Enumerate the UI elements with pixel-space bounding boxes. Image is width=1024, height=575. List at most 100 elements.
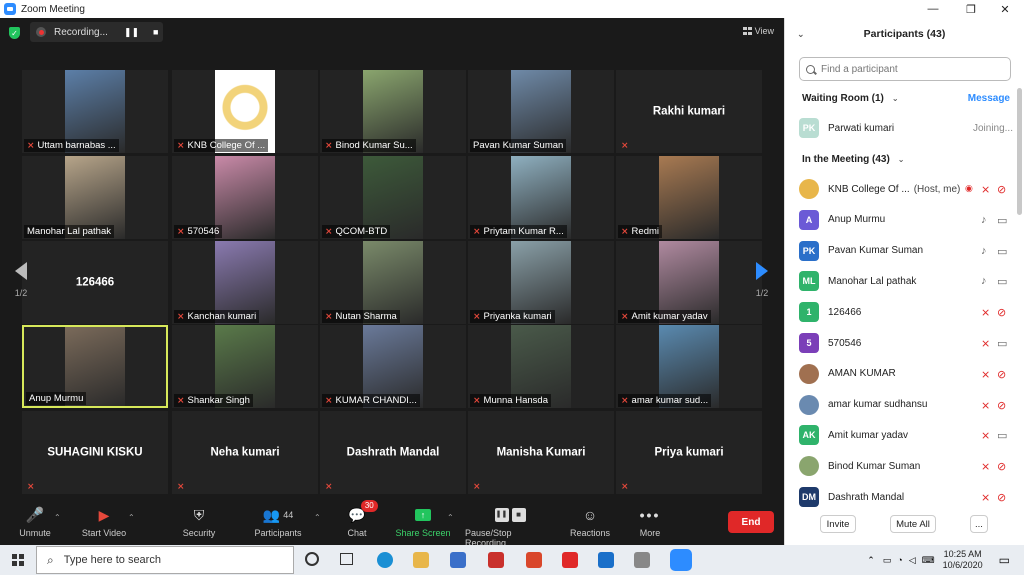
security-shield-icon[interactable]: ✓ [9,27,20,39]
view-button[interactable]: View [742,26,774,36]
chat-button[interactable]: 💬 30 Chat [322,500,392,538]
video-tile[interactable]: Pavan Kumar Suman [468,70,614,153]
share-options-chevron-icon[interactable]: ⌃ [447,513,454,522]
collapse-panel-chevron-icon[interactable]: ⌄ [797,29,805,40]
cortana-icon[interactable] [305,552,319,566]
share-screen-icon: ↑ [415,509,431,521]
video-tile[interactable]: ⨯ KUMAR CHANDI... [320,325,466,408]
windows-start-icon[interactable] [12,554,24,566]
tray-chevron-up-icon[interactable]: ⌃ [867,555,875,566]
mic-muted-icon: ⨯ [325,395,333,405]
store-icon[interactable] [450,552,466,568]
video-tile[interactable]: Manohar Lal pathak [22,156,168,239]
tile-mute-indicator: ⨯ [470,480,487,493]
video-tile[interactable]: ⨯ Priyanka kumari [468,241,614,324]
video-tile[interactable]: ⨯ Priytam Kumar R... [468,156,614,239]
panel-more-button[interactable]: ... [970,515,988,533]
security-button[interactable]: ⛨ Security [164,505,234,539]
participant-name: Anup Murmu [828,214,886,226]
participant-name: Amit kumar yadav [828,429,909,441]
notifications-icon[interactable]: ▭ [999,553,1010,567]
participant-row[interactable]: PK Pavan Kumar Suman ♪ ▭ [799,239,1013,263]
end-meeting-button[interactable]: End [728,511,774,533]
participant-row[interactable]: 1 126466 ⨯ ⊘ [799,300,1013,324]
video-tile[interactable]: Neha kumari ⨯ [172,411,318,494]
pause-stop-recording-button[interactable]: ❚❚ ■ Pause/Stop Recording [465,505,555,548]
document-app-icon[interactable] [526,552,542,568]
network-icon[interactable]: ◔ [897,555,902,565]
message-waiting-room-button[interactable]: Message [968,93,1010,104]
participant-row[interactable]: amar kumar sudhansu ⨯ ⊘ [799,393,1013,417]
video-tile[interactable]: ⨯ QCOM-BTD [320,156,466,239]
participants-options-chevron-icon[interactable]: ⌃ [314,513,321,522]
system-app-icon[interactable] [634,552,650,568]
battery-icon[interactable]: ▭ [883,555,892,566]
minimize-button[interactable]: — [916,0,950,18]
taskbar-search-input[interactable]: ⌕ Type here to search [36,546,294,574]
recording-status: Recording... [54,26,108,38]
mic-muted-icon: ⨯ [473,311,481,321]
video-tile[interactable]: ⨯ Binod Kumar Su... [320,70,466,153]
video-tile[interactable]: Priya kumari ⨯ [616,411,762,494]
file-explorer-icon[interactable] [413,552,429,568]
participants-button[interactable]: 👥 44 Participants [243,505,313,539]
video-tile[interactable]: 126466 [22,241,168,324]
participant-search-input[interactable]: Find a participant [799,57,1011,81]
participant-row[interactable]: AMAN KUMAR ⨯ ⊘ [799,362,1013,386]
video-tile[interactable]: Dashrath Mandal ⨯ [320,411,466,494]
zoom-taskbar-icon[interactable] [670,549,692,571]
video-tile[interactable]: ⨯ 570546 [172,156,318,239]
video-tile[interactable]: ⨯ Nutan Sharma [320,241,466,324]
prev-page-button[interactable]: 1/2 [8,247,34,313]
video-tile[interactable]: Manisha Kumari ⨯ [468,411,614,494]
participant-row[interactable]: Binod Kumar Suman ⨯ ⊘ [799,454,1013,478]
task-view-icon[interactable] [340,553,353,565]
office-app-icon[interactable] [488,552,504,568]
video-tile[interactable]: ⨯ Shankar Singh [172,325,318,408]
participant-row[interactable]: 5 570546 ⨯ ▭ [799,331,1013,355]
invite-button[interactable]: Invite [820,515,856,533]
waiting-room-header[interactable]: Waiting Room (1) ⌄ [802,93,899,104]
video-tile[interactable]: Rakhi kumari ⨯ [616,70,762,153]
participant-row[interactable]: DM Dashrath Mandal ⨯ ⊘ [799,485,1013,509]
video-tile[interactable]: ⨯ Munna Hansda [468,325,614,408]
mic-muted-icon: ⨯ [621,311,629,321]
waiting-participant-row[interactable]: PK Parwati kumari Joining... [799,116,1013,140]
video-tile[interactable]: ⨯ Uttam barnabas ... [22,70,168,153]
audio-options-chevron-icon[interactable]: ⌃ [54,513,61,522]
video-tile[interactable]: ⨯ amar kumar sud... [616,325,762,408]
tile-display-name: Priya kumari [654,445,724,458]
video-tile[interactable]: Anup Murmu [22,325,168,408]
tile-name-label: Anup Murmu [26,392,87,405]
stop-recording-button[interactable]: ■ [153,27,158,37]
language-icon[interactable]: ⌨ [922,555,935,566]
participant-row[interactable]: ML Manohar Lal pathak ♪ ▭ [799,269,1013,293]
participant-row[interactable]: A Anup Murmu ♪ ▭ [799,208,1013,232]
next-page-button[interactable]: 1/2 [749,247,775,313]
mic-muted-icon: ⨯ [177,311,185,321]
mute-all-button[interactable]: Mute All [890,515,936,533]
mcafee-icon[interactable] [562,552,578,568]
avatar [799,179,819,199]
video-tile[interactable]: ⨯ Kanchan kumari [172,241,318,324]
video-tile[interactable]: ⨯ Amit kumar yadav [616,241,762,324]
panel-scrollbar[interactable] [1017,88,1022,215]
participants-count: 44 [283,510,294,520]
pause-recording-button[interactable]: ❚❚ [124,27,139,38]
participant-row[interactable]: KNB College Of ... (Host, me) ◉ ⨯ ⊘ [799,177,1013,201]
video-options-chevron-icon[interactable]: ⌃ [128,513,135,522]
participant-video [659,156,719,239]
volume-icon[interactable]: ◁ [909,555,916,566]
video-tile[interactable]: SUHAGINI KISKU ⨯ [22,411,168,494]
more-button[interactable]: ••• More [615,505,685,538]
close-button[interactable]: ✕ [988,0,1022,18]
video-tile[interactable]: ⨯ Redmi [616,156,762,239]
edge-browser-icon[interactable] [377,552,393,568]
taskbar-clock[interactable]: 10:25 AM 10/6/2020 [943,549,983,571]
tile-name: Pavan Kumar Suman [473,140,564,151]
in-meeting-header[interactable]: In the Meeting (43) ⌄ [802,154,905,165]
video-tile[interactable]: ⨯ KNB College Of ... [172,70,318,153]
maximize-button[interactable]: ❐ [954,0,988,18]
participant-row[interactable]: AK Amit kumar yadav ⨯ ▭ [799,423,1013,447]
mail-icon[interactable] [598,552,614,568]
